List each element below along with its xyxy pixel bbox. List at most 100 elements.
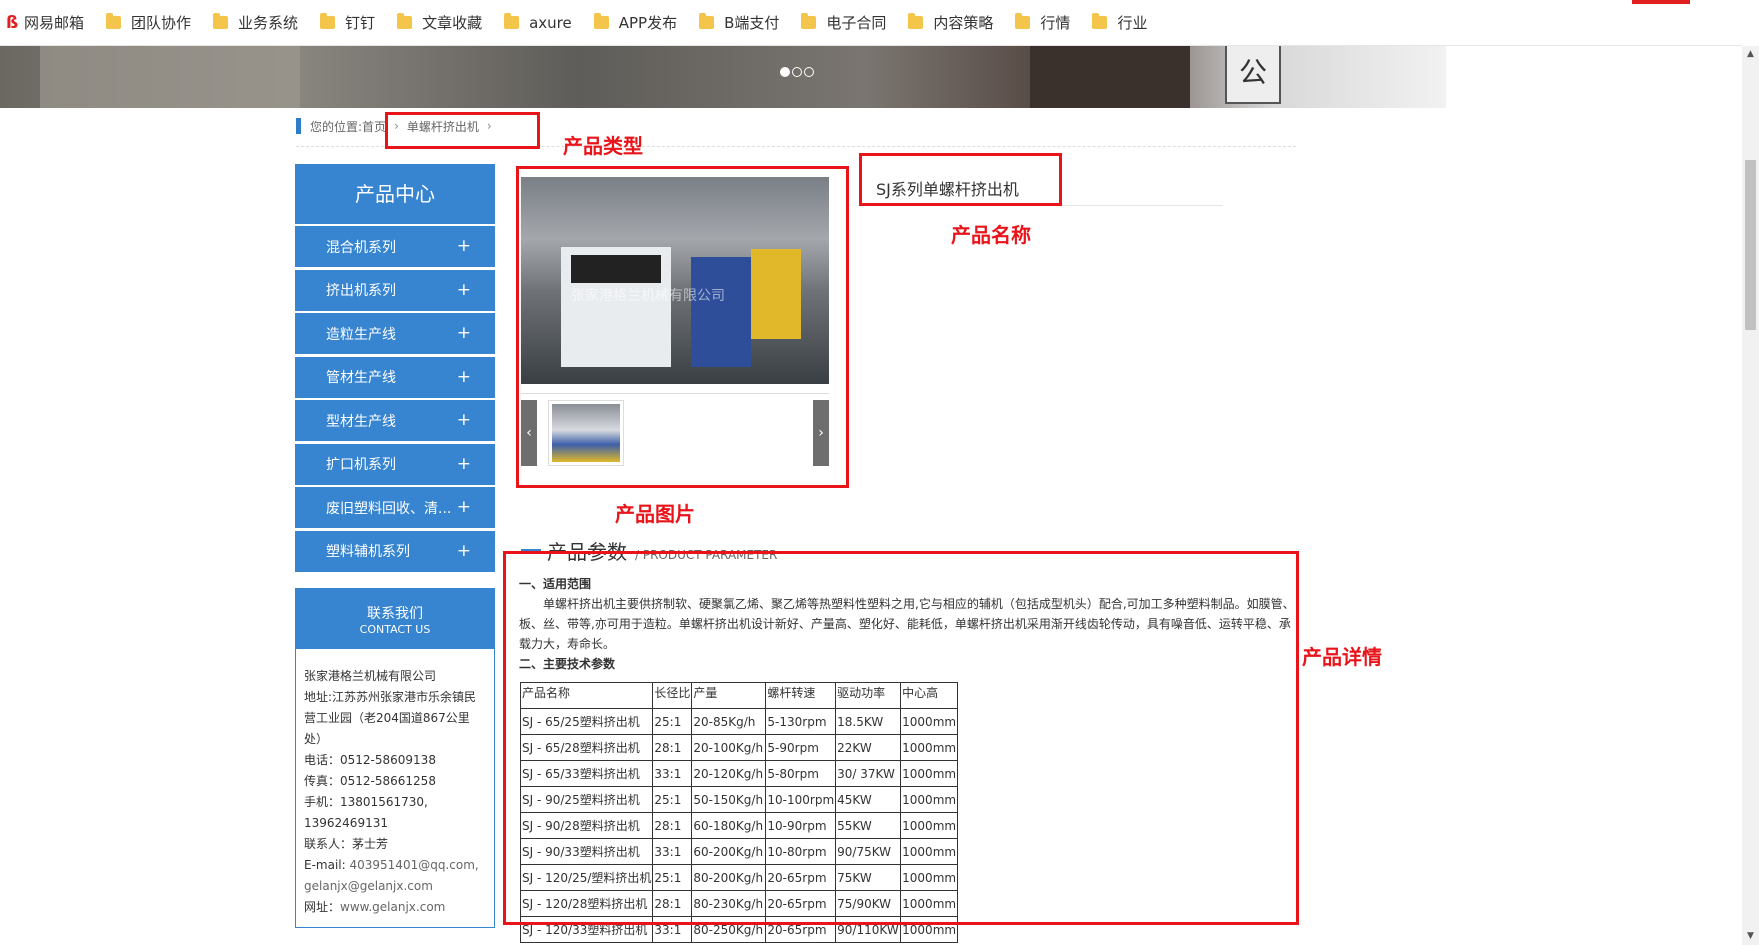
bookmark-folder[interactable]: 行业 [1092, 0, 1147, 46]
contact-mobile-2: 13962469131 [304, 816, 388, 830]
plus-icon[interactable]: + [457, 236, 471, 256]
sidebar-item-pipe-line[interactable]: 管材生产线 + [295, 356, 495, 398]
banner-dot[interactable] [792, 67, 802, 77]
folder-icon [1092, 13, 1108, 29]
bookmark-label: 内容策略 [933, 14, 994, 32]
sidebar-item-label: 混合机系列 [326, 239, 396, 256]
sidebar-item-label: 扩口机系列 [326, 457, 396, 473]
folder-icon [908, 13, 924, 29]
contact-site-label: 网址： [304, 900, 341, 914]
bookmark-folder[interactable]: APP发布 [593, 0, 678, 46]
plus-icon[interactable]: + [457, 454, 471, 474]
banner-photo-region [1030, 46, 1190, 108]
bookmark-label: 业务系统 [238, 14, 299, 32]
folder-icon [593, 13, 609, 29]
bookmark-folder[interactable]: 业务系统 [213, 0, 298, 46]
hero-banner: 公司 [0, 46, 1446, 108]
plus-icon[interactable]: + [457, 497, 471, 517]
annotation-label-name: 产品名称 [951, 223, 1031, 247]
contact-site-link[interactable]: www.gelanjx.com [340, 900, 445, 914]
sidebar-item-label: 型材生产线 [326, 413, 396, 430]
annotation-box-detail [503, 551, 1299, 925]
folder-icon [397, 13, 413, 29]
plus-icon[interactable]: + [457, 323, 471, 343]
contact-fax: 传真：0512-58661258 [304, 774, 436, 788]
bookmark-label: 团队协作 [131, 14, 192, 32]
folder-icon [699, 13, 715, 29]
breadcrumb-home[interactable]: 首页 [362, 118, 386, 135]
contact-person: 联系人：茅士芳 [304, 837, 389, 851]
bookmark-label: axure [529, 13, 572, 32]
banner-sign: 公司 [1225, 46, 1281, 104]
bookmark-label: 行业 [1117, 14, 1148, 32]
annotation-label-image: 产品图片 [615, 502, 695, 526]
bookmark-label: 钉钉 [345, 14, 376, 32]
contact-site: 网址：www.gelanjx.com [304, 897, 486, 918]
plus-icon[interactable]: + [457, 367, 471, 387]
bookmark-folder[interactable]: B端支付 [699, 0, 779, 46]
scroll-up-arrow-icon[interactable]: ▲ [1742, 46, 1759, 63]
folder-icon [106, 13, 122, 29]
sidebar-item-label: 造粒生产线 [326, 326, 396, 343]
sidebar-item-extruder[interactable]: 挤出机系列 + [295, 269, 495, 311]
bookmarks-bar: ß 网易邮箱 团队协作 业务系统 钉钉 文章收藏 axure APP发布 B端支… [0, 0, 1742, 46]
bookmark-label: 网易邮箱 [24, 14, 85, 32]
plus-icon[interactable]: + [457, 280, 471, 300]
bookmark-label: APP发布 [618, 14, 678, 32]
folder-icon [504, 13, 520, 29]
sidebar-title: 产品中心 [295, 164, 495, 224]
scroll-down-arrow-icon[interactable]: ▼ [1742, 928, 1759, 945]
folder-icon [320, 13, 336, 29]
breadcrumb-marker [296, 118, 301, 134]
contact-title: 联系我们 [367, 606, 423, 622]
scroll-thumb[interactable] [1745, 160, 1756, 330]
sidebar-item-label: 塑料辅机系列 [326, 544, 410, 560]
contact-box: 联系我们 CONTACT US 张家港格兰机械有限公司 地址:江苏苏州张家港市乐… [295, 588, 495, 928]
folder-icon [1015, 13, 1031, 29]
sidebar-item-mixer[interactable]: 混合机系列 + [295, 226, 495, 267]
netease-mail-icon: ß [6, 12, 19, 33]
contact-address: 地址:江苏苏州张家港市乐余镇民营工业园（老204国道867公里处） [304, 690, 477, 746]
bookmark-folder[interactable]: 内容策略 [908, 0, 993, 46]
annotation-label-type: 产品类型 [563, 134, 643, 158]
sidebar-item-profile-line[interactable]: 型材生产线 + [295, 400, 495, 441]
banner-dot[interactable] [804, 67, 814, 77]
breadcrumb-prefix: 您的位置: [310, 119, 363, 134]
bookmark-label: 电子合同 [826, 14, 887, 32]
contact-mobile: 手机：13801561730, [304, 792, 486, 813]
folder-icon [801, 13, 817, 29]
folder-icon [213, 13, 229, 29]
contact-email-label: E-mail: [304, 858, 346, 872]
sidebar-item-label: 管材生产线 [326, 370, 396, 386]
bookmark-folder[interactable]: 钉钉 [320, 0, 375, 46]
contact-mobile-value: 13801561730, [340, 795, 428, 809]
bookmark-label: B端支付 [724, 14, 780, 32]
sidebar-item-recycling[interactable]: 废旧塑料回收、清... + [295, 487, 495, 528]
bookmark-folder[interactable]: 团队协作 [106, 0, 191, 46]
sidebar-item-label: 挤出机系列 [326, 283, 396, 299]
bookmark-folder[interactable]: 文章收藏 [397, 0, 482, 46]
sidebar-item-pelletizing[interactable]: 造粒生产线 + [295, 313, 495, 354]
page-scrollbar[interactable]: ▲ ▼ [1742, 46, 1759, 945]
sidebar-item-label: 废旧塑料回收、清... [326, 500, 452, 517]
contact-email-link[interactable]: 403951401@qq.com, [350, 858, 479, 872]
bookmark-label: 行情 [1040, 14, 1071, 32]
plus-icon[interactable]: + [457, 410, 471, 430]
bookmark-folder[interactable]: 电子合同 [801, 0, 886, 46]
sidebar-item-belling[interactable]: 扩口机系列 + [295, 443, 495, 485]
bookmark-label: 文章收藏 [422, 14, 483, 32]
bookmark-folder[interactable]: axure [504, 0, 572, 46]
contact-subtitle: CONTACT US [359, 623, 431, 636]
contact-email: E-mail: 403951401@qq.com, [304, 855, 486, 876]
plus-icon[interactable]: + [457, 541, 471, 561]
banner-dot[interactable] [780, 67, 790, 77]
banner-pagination [780, 67, 814, 77]
contact-header: 联系我们 CONTACT US [296, 589, 494, 649]
sidebar-menu: 混合机系列 + 挤出机系列 + 造粒生产线 + 管材生产线 + 型材生产线 + 扩口机系列… [295, 226, 495, 574]
tab-indicator [1632, 0, 1690, 4]
contact-email-2[interactable]: gelanjx@gelanjx.com [304, 876, 486, 897]
sidebar-item-auxiliary[interactable]: 塑料辅机系列 + [295, 530, 495, 572]
bookmark-netease-mail[interactable]: ß 网易邮箱 [4, 0, 84, 46]
contact-phone: 电话：0512-58609138 [304, 753, 436, 767]
bookmark-folder[interactable]: 行情 [1015, 0, 1070, 46]
